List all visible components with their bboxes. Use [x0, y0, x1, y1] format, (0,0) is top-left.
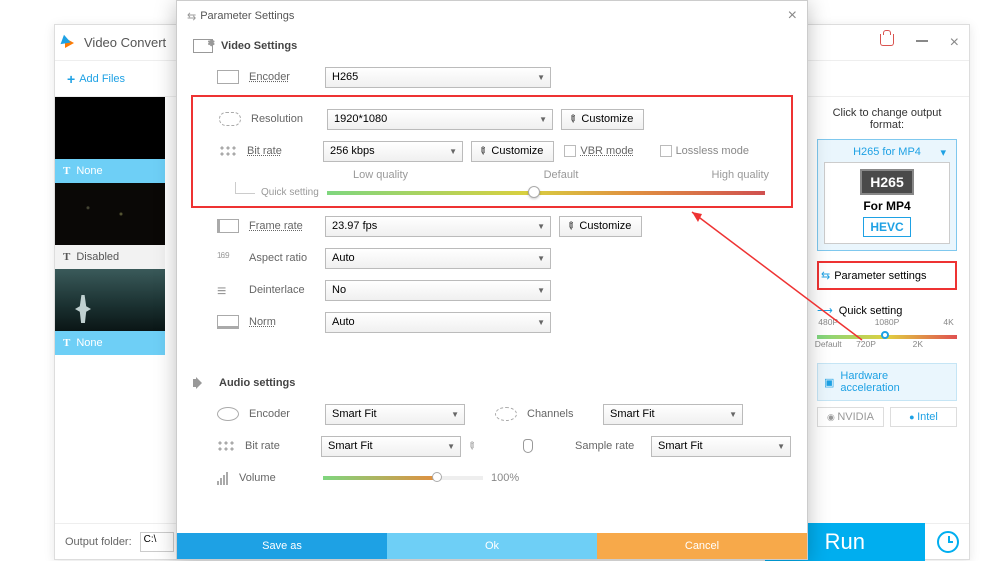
slider-knob[interactable] — [528, 186, 540, 198]
parameter-settings-dialog: ⇆ Parameter Settings × Video Settings En… — [176, 0, 808, 560]
codec-badge: H265 — [860, 169, 913, 195]
aspect-icon: 16:9 — [217, 251, 239, 265]
intel-badge[interactable]: ● Intel — [890, 407, 957, 427]
mic-icon — [523, 439, 533, 453]
highlighted-area: Resolution 1920*1080 ✎Customize Bit rate… — [191, 95, 793, 208]
add-files-label: Add Files — [79, 73, 125, 85]
framerate-row: Frame rate 23.97 fps ✎Customize — [217, 212, 791, 240]
audio-bitrate-icon — [217, 440, 235, 452]
bitrate-row: Bit rate 256 kbps ✎Customize VBR mode Lo… — [219, 137, 773, 165]
aspect-select[interactable]: Auto — [325, 248, 551, 269]
norm-row: Norm Auto — [217, 308, 791, 336]
format-graphic: H265 For MP4 HEVC — [824, 162, 950, 244]
pencil-icon: ✎ — [565, 112, 579, 126]
cart-icon[interactable] — [880, 34, 894, 46]
volume-row: Volume 100% — [217, 464, 791, 492]
subtitle-label[interactable]: TNone — [55, 159, 165, 183]
ok-button[interactable]: Ok — [387, 533, 597, 559]
encoder-select[interactable]: H265 — [325, 67, 551, 88]
deinterlace-row: Deinterlace No — [217, 276, 791, 304]
dialog-titlebar: ⇆ Parameter Settings × — [177, 1, 807, 31]
output-folder-label: Output folder: — [65, 536, 132, 548]
app-logo-icon — [65, 38, 74, 48]
encoder-icon — [217, 70, 239, 84]
bitrate-select[interactable]: 256 kbps — [323, 141, 463, 162]
slider-knob[interactable] — [432, 472, 442, 482]
format-selector[interactable]: H265 for MP4 H265 For MP4 HEVC — [817, 139, 957, 251]
video-thumb[interactable] — [55, 183, 165, 245]
framerate-icon — [217, 219, 239, 233]
nvidia-badge[interactable]: ◉ NVIDIA — [817, 407, 884, 427]
text-icon: T — [63, 251, 70, 263]
chip-icon: ▣ — [824, 376, 834, 389]
dialog-buttons: Save as Ok Cancel — [177, 533, 807, 559]
volume-icon — [217, 472, 239, 485]
sliders-icon: ⇆ — [821, 269, 828, 282]
app-title: Video Convert — [84, 35, 166, 50]
quality-slider[interactable] — [327, 191, 765, 195]
audio-bitrate-row: Bit rate Smart Fit ✎ Sample rate Smart F… — [217, 432, 791, 460]
video-thumb[interactable] — [55, 97, 165, 159]
hevc-badge: HEVC — [863, 217, 910, 237]
audio-settings-header: Audio settings — [193, 376, 791, 390]
output-folder-input[interactable]: C:\ — [140, 532, 174, 552]
channels-select[interactable]: Smart Fit — [603, 404, 743, 425]
add-files-button[interactable]: + Add Files — [67, 71, 125, 87]
dialog-title: Parameter Settings — [200, 10, 294, 22]
aspect-row: 16:9 Aspect ratio Auto — [217, 244, 791, 272]
video-list: TNone TDisabled TNone — [55, 97, 165, 355]
resolution-row: Resolution 1920*1080 ✎Customize — [219, 105, 773, 133]
lossless-checkbox[interactable] — [660, 145, 672, 157]
channels-icon — [495, 407, 517, 421]
for-label: For MP4 — [831, 199, 943, 213]
framerate-select[interactable]: 23.97 fps — [325, 216, 551, 237]
bitrate-customize-button[interactable]: ✎Customize — [471, 141, 554, 162]
video-settings-header: Video Settings — [193, 39, 791, 53]
plus-icon: + — [67, 71, 75, 87]
format-name: H265 for MP4 — [824, 146, 950, 162]
cancel-button[interactable]: Cancel — [597, 533, 807, 559]
volume-slider[interactable] — [323, 476, 483, 480]
audio-encoder-row: Encoder Smart Fit Channels Smart Fit — [217, 400, 791, 428]
audio-encoder-icon — [217, 407, 239, 421]
text-icon: T — [63, 337, 70, 349]
film-gear-icon — [193, 39, 213, 53]
subtitle-label[interactable]: TNone — [55, 331, 165, 355]
norm-icon — [217, 315, 239, 329]
format-title: Click to change output format: — [817, 107, 957, 131]
audio-bitrate-select[interactable]: Smart Fit — [321, 436, 461, 457]
parameter-settings-button[interactable]: ⇆ Parameter settings — [817, 261, 957, 290]
right-panel: Click to change output format: H265 for … — [805, 97, 969, 437]
quick-setting-row: Quick setting — [255, 187, 773, 198]
schedule-icon[interactable] — [937, 531, 959, 553]
hardware-accel-button[interactable]: ▣ Hardware acceleration — [817, 363, 957, 401]
bitrate-icon — [219, 145, 237, 157]
subtitle-label[interactable]: TDisabled — [55, 245, 165, 269]
minimize-icon[interactable] — [916, 40, 928, 42]
vbr-checkbox[interactable] — [564, 145, 576, 157]
sample-rate-select[interactable]: Smart Fit — [651, 436, 791, 457]
close-icon[interactable]: × — [950, 34, 959, 52]
resolution-icon — [219, 112, 241, 126]
slider-knob[interactable] — [881, 331, 889, 339]
deinterlace-select[interactable]: No — [325, 280, 551, 301]
resolution-select[interactable]: 1920*1080 — [327, 109, 553, 130]
text-icon: T — [63, 165, 70, 177]
video-thumb[interactable] — [55, 269, 165, 331]
pencil-icon: ✎ — [475, 144, 489, 158]
sliders-icon: ⇆ — [187, 10, 194, 23]
dialog-close-icon[interactable]: × — [788, 7, 797, 25]
pencil-icon[interactable]: ✎ — [464, 439, 478, 453]
quick-setting-row: ⟶ Quick setting — [817, 304, 957, 317]
resolution-customize-button[interactable]: ✎Customize — [561, 109, 644, 130]
arrow-icon: ⟶ — [817, 304, 833, 317]
audio-encoder-select[interactable]: Smart Fit — [325, 404, 465, 425]
pencil-icon: ✎ — [563, 219, 577, 233]
deinterlace-icon — [217, 283, 239, 297]
encoder-row: Encoder H265 — [217, 63, 791, 91]
norm-select[interactable]: Auto — [325, 312, 551, 333]
framerate-customize-button[interactable]: ✎Customize — [559, 216, 642, 237]
save-as-button[interactable]: Save as — [177, 533, 387, 559]
speaker-icon — [193, 376, 211, 390]
